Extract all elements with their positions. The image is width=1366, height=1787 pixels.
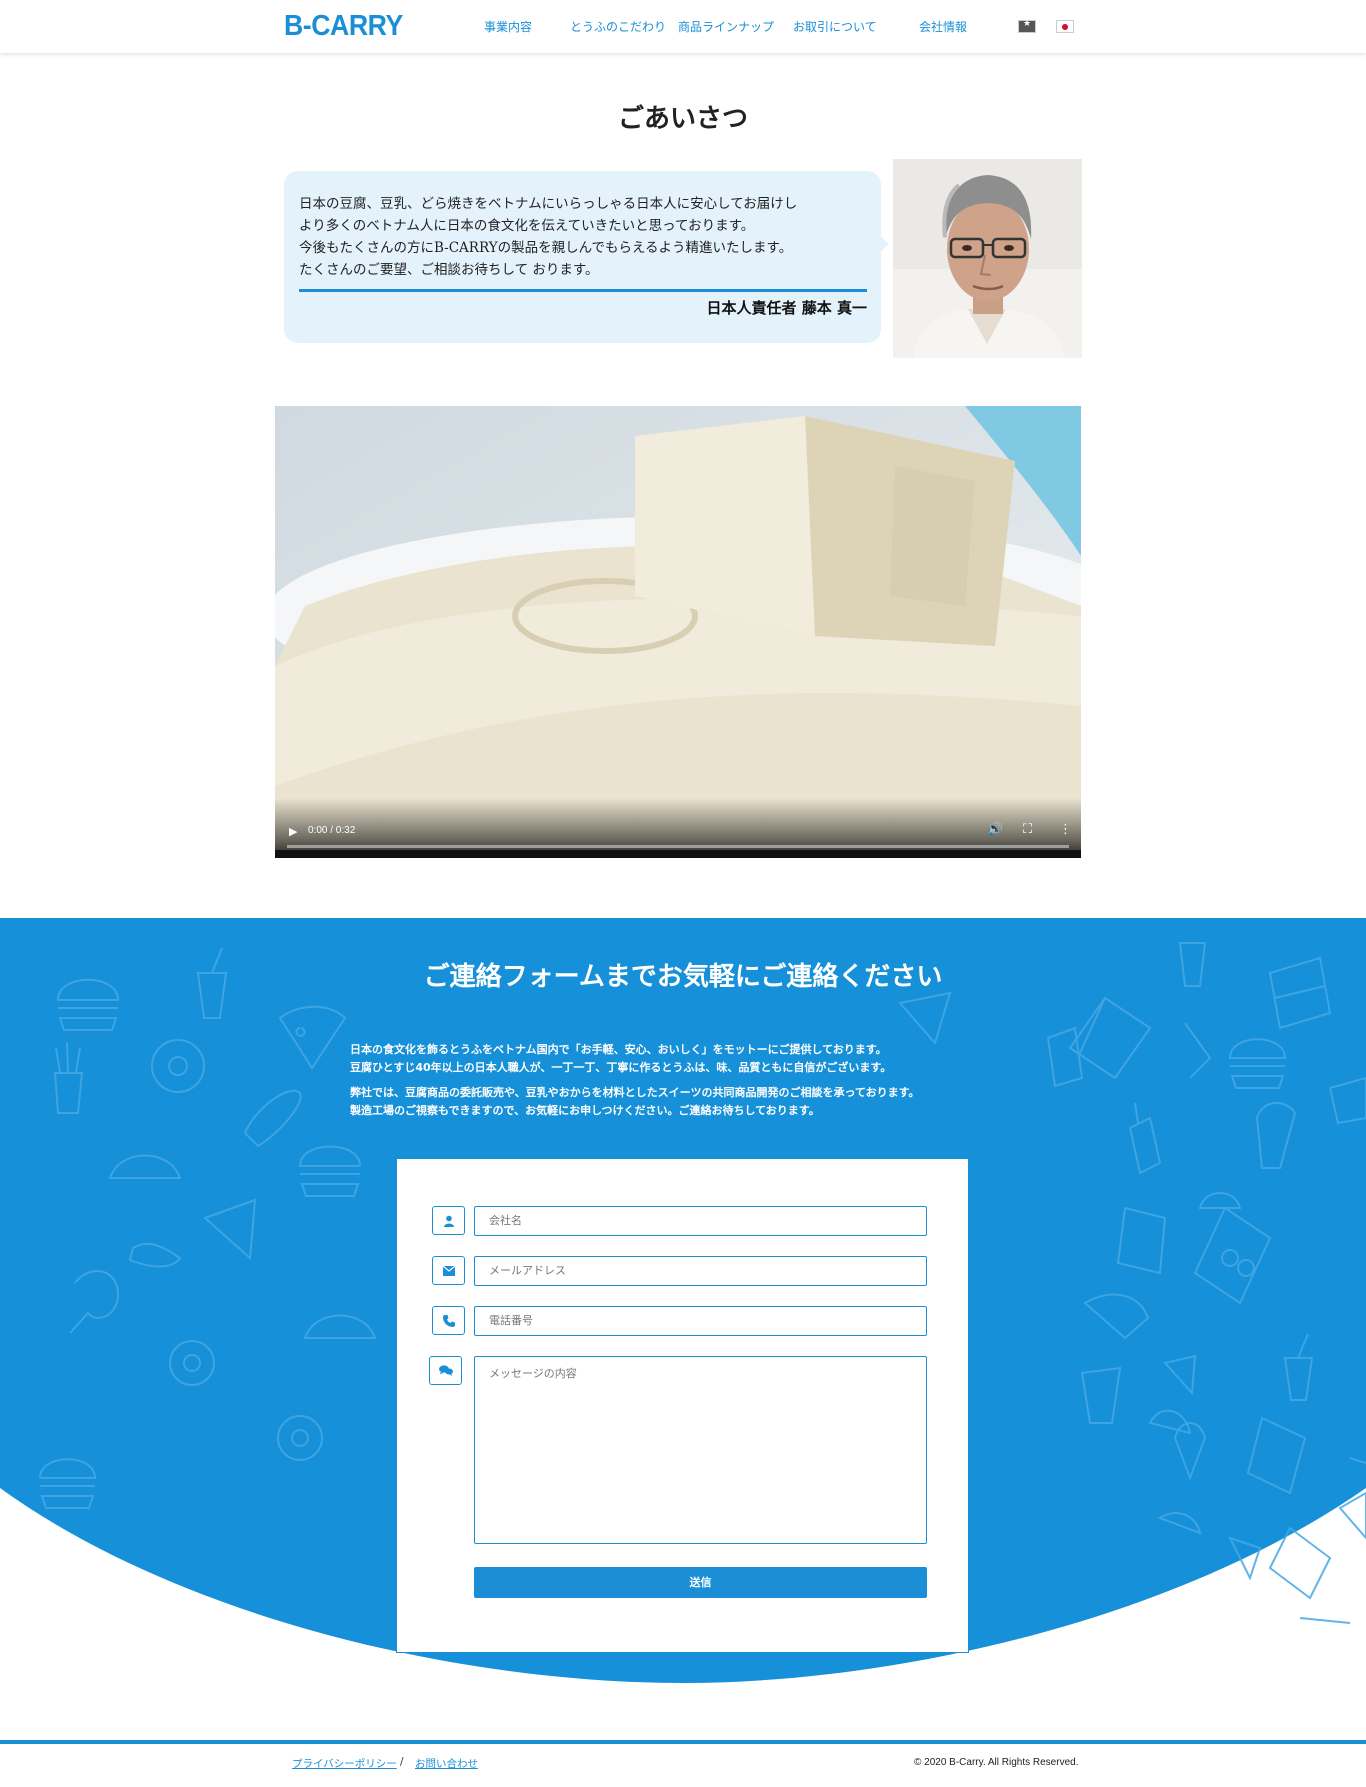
greeting-line: より多くのベトナム人に日本の食文化を伝えていきたいと思っております。 xyxy=(299,218,755,234)
contact-paragraph: 日本の食文化を飾るとうふをベトナム国内で「お手軽、安心、おいしく」をモットーにご… xyxy=(350,1041,1030,1077)
contact-form: 会社名 メールアドレス 電話番号 メッセージの内容 送信 xyxy=(396,1158,969,1653)
footer-separator: / xyxy=(400,1756,404,1768)
user-icon xyxy=(432,1206,465,1235)
contact-intro: 日本の食文化を飾るとうふをベトナム国内で「お手軽、安心、おいしく」をモットーにご… xyxy=(350,1041,1030,1127)
tofu-video-player[interactable]: ▶ 0:00 / 0:32 🔊 ⛶ ⋮ xyxy=(275,406,1081,858)
greeting-line: たくさんのご要望、ご相談お待ちして おります。 xyxy=(299,262,599,278)
contact-line: 弊社では、豆腐商品の委託販売や、豆乳やおからを材料としたスイーツの共同商品開発の… xyxy=(350,1086,920,1099)
envelope-icon xyxy=(432,1256,465,1285)
vietnam-flag-icon[interactable] xyxy=(1018,19,1036,33)
contact-line: 日本の食文化を飾るとうふをベトナム国内で「お手軽、安心、おいしく」をモットーにご… xyxy=(350,1043,887,1056)
nav-item-business[interactable]: 事業内容 xyxy=(484,18,532,35)
email-field[interactable]: メールアドレス xyxy=(474,1256,927,1286)
video-progress-bar[interactable] xyxy=(287,845,1069,848)
brand-logo[interactable]: B-CARRY xyxy=(284,10,403,43)
chat-bubbles-icon xyxy=(429,1356,462,1385)
video-time: 0:00 / 0:32 xyxy=(308,825,356,836)
video-bottom-bar xyxy=(275,850,1081,858)
nav-item-transactions[interactable]: お取引について xyxy=(793,18,877,35)
submit-button[interactable]: 送信 xyxy=(474,1567,927,1598)
contact-section-title: ご連絡フォームまでお気軽にご連絡ください xyxy=(423,962,943,992)
signer-name: 日本人責任者 藤本 真一 xyxy=(706,299,867,317)
play-icon[interactable]: ▶ xyxy=(289,825,297,838)
privacy-policy-link[interactable]: プライバシーポリシー xyxy=(292,1756,397,1771)
bubble-tail xyxy=(879,235,889,253)
fullscreen-icon[interactable]: ⛶ xyxy=(1023,822,1032,837)
copyright: © 2020 B-Carry. All Rights Reserved. xyxy=(914,1757,1079,1768)
contact-paragraph: 弊社では、豆腐商品の委託販売や、豆乳やおからを材料としたスイーツの共同商品開発の… xyxy=(350,1084,1030,1120)
volume-icon[interactable]: 🔊 xyxy=(987,822,1003,837)
greeting-line: 今後もたくさんの方にB-CARRYの製品を親しんでもらえるよう精進いたします。 xyxy=(299,240,793,256)
nav-item-company-info[interactable]: 会社情報 xyxy=(919,18,967,35)
nav-item-product-lineup[interactable]: 商品ラインナップ xyxy=(678,18,774,35)
greeting-title: ごあいさつ xyxy=(617,104,748,134)
japan-flag-icon[interactable] xyxy=(1056,20,1074,33)
page: B-CARRY 事業内容 とうふのこだわり 商品ラインナップ お取引について 会… xyxy=(0,0,1366,1787)
message-field[interactable]: メッセージの内容 xyxy=(474,1356,927,1544)
inquiry-link[interactable]: お問い合わせ xyxy=(415,1756,478,1771)
video-controls: ▶ 0:00 / 0:32 🔊 ⛶ ⋮ xyxy=(275,798,1081,858)
signature-divider xyxy=(299,289,867,292)
representative-portrait xyxy=(893,159,1082,358)
more-options-icon[interactable]: ⋮ xyxy=(1059,822,1072,837)
greeting-message-bubble: 日本の豆腐、豆乳、どら焼きをベトナムにいらっしゃる日本人に安心してお届けし より… xyxy=(284,171,881,343)
footer-divider xyxy=(0,1740,1366,1744)
company-name-field[interactable]: 会社名 xyxy=(474,1206,927,1236)
site-header: B-CARRY 事業内容 とうふのこだわり 商品ラインナップ お取引について 会… xyxy=(0,0,1366,53)
phone-field[interactable]: 電話番号 xyxy=(474,1306,927,1336)
phone-icon xyxy=(432,1306,465,1335)
contact-line: 製造工場のご視察もできますので、お気軽にお申しつけください。ご連絡お待ちしており… xyxy=(350,1104,820,1117)
greeting-line: 日本の豆腐、豆乳、どら焼きをベトナムにいらっしゃる日本人に安心してお届けし xyxy=(299,196,798,212)
nav-item-tofu-commitment[interactable]: とうふのこだわり xyxy=(570,18,666,35)
contact-line: 豆腐ひとすじ40年以上の日本人職人が、一丁一丁、丁寧に作るとうふは、味、品質とも… xyxy=(350,1061,892,1074)
